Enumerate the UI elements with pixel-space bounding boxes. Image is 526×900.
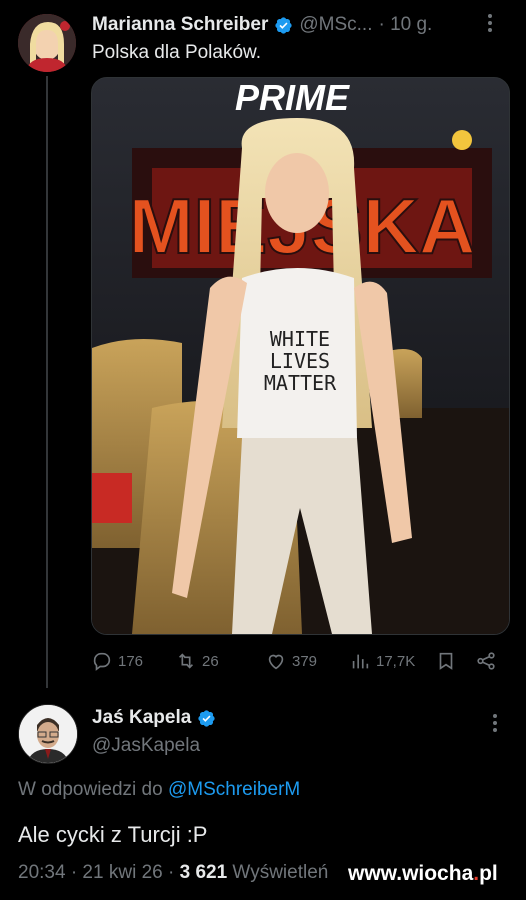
watermark-tld: pl — [479, 862, 498, 885]
bookmark-button[interactable] — [435, 650, 457, 672]
reply-text: Ale cycki z Turcji :P — [18, 822, 208, 847]
like-count: 379 — [292, 652, 318, 670]
prime-logo-text: PRIME — [235, 78, 350, 118]
reply-author-name[interactable]: Jaś Kapela — [92, 707, 191, 729]
retweet-icon — [178, 653, 194, 669]
tweet-actions: 176 26 379 17,7K — [91, 650, 501, 674]
author-handle[interactable]: @MSc... — [299, 14, 372, 36]
retweet-count: 26 — [202, 652, 219, 670]
reply-button[interactable]: 176 — [91, 650, 143, 672]
shirt-line-1: WHITE — [270, 327, 330, 351]
reply-to-mention[interactable]: @MSchreiberM — [168, 779, 300, 800]
views-count: 17,7K — [376, 652, 416, 670]
author-name[interactable]: Marianna Schreiber — [92, 14, 268, 36]
reply-to-line: W odpowiedzi do @MSchreiberM — [18, 779, 300, 801]
views-icon — [352, 654, 369, 669]
avatar-jas-kapela[interactable] — [18, 704, 78, 764]
like-button[interactable]: 379 — [265, 650, 317, 672]
tweet-text: Polska dla Polaków. — [92, 42, 261, 63]
reply-views-count: 3 621 — [179, 862, 228, 883]
reply-views-label: Wyświetleń — [232, 862, 329, 883]
reply-author-handle[interactable]: @JasKapela — [92, 735, 200, 757]
share-icon — [477, 652, 495, 670]
verified-badge-icon — [197, 709, 216, 728]
reply-meta: 20:34 · 21 kwi 26 · 3 621 Wyświetleń — [18, 862, 328, 884]
tweet-header: Marianna Schreiber @MSc... · 10 g. — [92, 14, 432, 36]
tweet-time[interactable]: · 10 g. — [378, 14, 432, 36]
bookmark-icon — [439, 652, 453, 670]
reply-to-prefix: W odpowiedzi do — [18, 779, 163, 800]
share-button[interactable] — [475, 650, 497, 672]
reply-timestamp[interactable]: 20:34 · 21 kwi 26 · — [18, 862, 174, 883]
views-button[interactable]: 17,7K — [349, 650, 415, 672]
watermark-brand: wiocha — [402, 862, 474, 885]
retweet-button[interactable]: 26 — [175, 650, 219, 672]
avatar-marianna[interactable] — [18, 14, 76, 72]
tweet-image[interactable]: MIEJSKA PRIME WHITE LIVES MATTER — [91, 77, 510, 635]
verified-badge-icon — [274, 16, 293, 35]
like-icon — [268, 654, 284, 670]
reply-icon — [93, 652, 111, 671]
watermark-prefix: www. — [348, 862, 403, 885]
watermark: www.wiocha.pl — [348, 862, 498, 886]
thread-line — [46, 76, 48, 688]
more-icon[interactable] — [490, 712, 500, 734]
shirt-line-3: MATTER — [264, 371, 337, 395]
shirt-line-2: LIVES — [270, 349, 330, 373]
reply-author: Jaś Kapela — [92, 707, 216, 729]
reply-count: 176 — [118, 652, 144, 670]
more-icon[interactable] — [486, 12, 494, 38]
